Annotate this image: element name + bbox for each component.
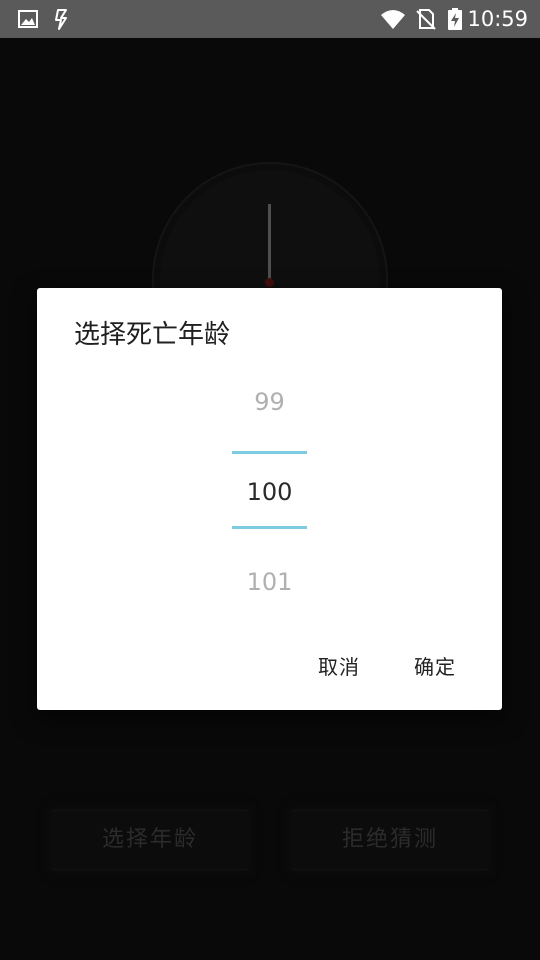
picker-next-value[interactable]: 101	[37, 567, 502, 597]
picker-previous-value[interactable]: 99	[37, 387, 502, 417]
image-icon	[18, 10, 38, 28]
screen: 10:59 选择年龄 拒绝猜测 选择死亡年龄 99 100 101 取消 确定	[0, 0, 540, 960]
dialog-title: 选择死亡年龄	[74, 320, 231, 350]
status-bar: 10:59	[0, 0, 540, 38]
cancel-button[interactable]: 取消	[318, 654, 360, 680]
status-time: 10:59	[467, 7, 528, 31]
lightning-app-icon	[55, 9, 67, 30]
picker-current-value[interactable]: 100	[37, 477, 502, 507]
confirm-button[interactable]: 确定	[414, 654, 456, 680]
no-sim-icon	[416, 9, 436, 30]
picker-divider-bottom	[232, 526, 307, 529]
death-age-dialog: 选择死亡年龄 99 100 101 取消 确定	[37, 288, 502, 710]
battery-charging-icon	[448, 8, 462, 30]
picker-divider-top	[232, 451, 307, 454]
wifi-icon	[381, 10, 405, 29]
